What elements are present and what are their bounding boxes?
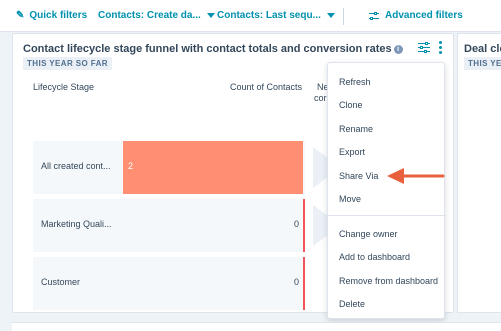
contacts-last-sequence-filter[interactable]: Contacts: Last sequ... [217,10,335,21]
chevron-down-icon [326,13,335,18]
pencil-icon: ✎ [16,10,25,21]
menu-item-refresh[interactable]: Refresh [339,77,371,87]
menu-divider [328,215,446,216]
column-header-count: Count of Contacts [230,82,303,92]
filter-icon[interactable] [418,42,430,53]
row-value: 0 [293,219,299,229]
menu-item-share-via[interactable]: Share Via [339,171,378,181]
menu-item-rename[interactable]: Rename [339,124,373,134]
deal-report-title[interactable]: Deal clo [464,43,501,55]
date-range-badge: THIS YEAR SO FAR [23,57,112,70]
quick-filters-button[interactable]: ✎ Quick filters [16,10,87,21]
next-card-edge [12,322,501,331]
bar-value: 2 [128,161,134,171]
menu-item-remove-from-dashboard[interactable]: Remove from dashboard [339,276,438,286]
date-range-badge: THIS YE [464,57,501,70]
stage-label: Customer [41,277,81,287]
funnel-row[interactable]: Customer 0 [33,257,305,310]
funnel-bar[interactable] [123,141,303,194]
column-header-stage: Lifecycle Stage [33,82,95,92]
report-title-text: Contact lifecycle stage funnel with cont… [23,43,392,55]
stage-label: All created cont... [41,161,111,171]
contacts-create-label: Contacts: Create da... [98,10,201,21]
deal-report-card: Deal clo THIS YE [457,33,501,313]
menu-item-move[interactable]: Move [339,194,361,204]
column-header-conversion: cor [314,93,327,103]
conversion-shape [313,147,327,188]
row-value: 0 [293,277,299,287]
menu-item-clone[interactable]: Clone [339,100,363,110]
conversion-shape [313,205,327,246]
info-icon[interactable]: i [393,45,403,54]
chevron-down-icon [206,13,215,18]
menu-item-export[interactable]: Export [339,147,365,157]
funnel-row[interactable]: All created cont... 2 [33,141,305,194]
menu-item-add-to-dashboard[interactable]: Add to dashboard [339,252,410,262]
advanced-filters-label: Advanced filters [385,10,463,21]
menu-item-change-owner[interactable]: Change owner [339,229,398,239]
filter-bar: ✎ Quick filters Contacts: Create da... C… [0,0,501,32]
zero-bar-marker [303,257,305,310]
quick-filters-label: Quick filters [29,10,88,21]
more-options-icon[interactable] [437,40,445,54]
funnel-row[interactable]: Marketing Quali... 0 [33,199,305,252]
zero-bar-marker [303,199,305,252]
sliders-icon [369,11,379,20]
contacts-last-seq-label: Contacts: Last sequ... [217,10,321,21]
arrow-annotation-icon [387,168,445,184]
report-title[interactable]: Contact lifecycle stage funnel with cont… [23,43,403,55]
advanced-filters-button[interactable]: Advanced filters [369,10,463,21]
menu-item-delete[interactable]: Delete [339,299,365,309]
contacts-create-date-filter[interactable]: Contacts: Create da... [98,10,215,21]
report-actions-menu: Refresh Clone Rename Export Share Via Mo… [327,62,446,319]
divider [343,8,344,25]
stage-label: Marketing Quali... [41,219,112,229]
